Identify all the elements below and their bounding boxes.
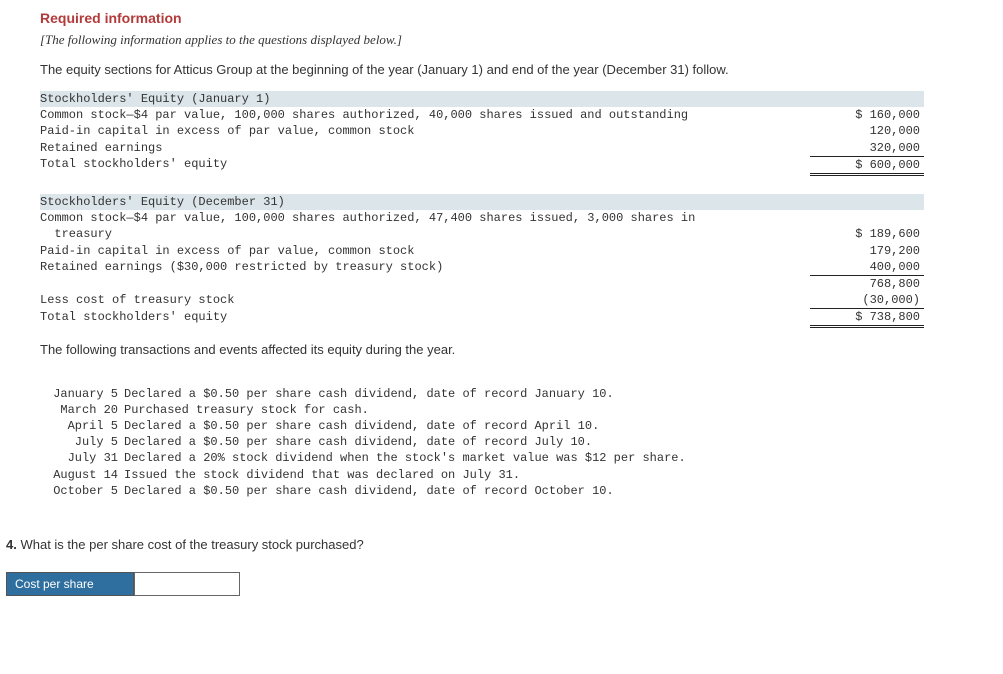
page: Required information [The following info…: [0, 0, 1003, 596]
table-row: Paid-in capital in excess of par value, …: [40, 243, 810, 259]
event-date: October 5: [40, 483, 124, 499]
table-value: $ 160,000: [810, 107, 924, 123]
content-block: Required information [The following info…: [0, 0, 1003, 509]
event-text: Purchased treasury stock for cash.: [124, 403, 369, 417]
table-value: 320,000: [810, 140, 924, 157]
less-treasury-label: Less cost of treasury stock: [40, 292, 810, 309]
blank: [810, 91, 924, 107]
table-value: 400,000: [810, 259, 924, 276]
question-block: 4. What is the per share cost of the tre…: [0, 537, 1003, 552]
required-heading: Required information: [40, 10, 993, 26]
dec31-subtotal: 768,800: [810, 275, 924, 292]
table-row: Retained earnings ($30,000 restricted by…: [40, 259, 810, 276]
cost-per-share-label: Cost per share: [6, 572, 134, 596]
event-date: August 14: [40, 467, 124, 483]
jan1-total-value: $ 600,000: [810, 156, 924, 174]
event-date: July 5: [40, 434, 124, 450]
applies-note: [The following information applies to th…: [40, 32, 993, 48]
events-list: January 5Declared a $0.50 per share cash…: [40, 369, 993, 499]
event-text: Declared a $0.50 per share cash dividend…: [124, 419, 599, 433]
dec31-total-label: Total stockholders' equity: [40, 309, 810, 327]
event-text: Declared a $0.50 per share cash dividend…: [124, 387, 614, 401]
event-text: Issued the stock dividend that was decla…: [124, 468, 520, 482]
event-text: Declared a $0.50 per share cash dividend…: [124, 484, 614, 498]
equity-jan1-table: Stockholders' Equity (January 1) Common …: [40, 91, 924, 176]
jan1-title: Stockholders' Equity (January 1): [40, 91, 810, 107]
dec31-total-value: $ 738,800: [810, 309, 924, 327]
table-value: 179,200: [810, 243, 924, 259]
table-row: Retained earnings: [40, 140, 810, 157]
question-number: 4.: [6, 537, 17, 552]
blank: [810, 194, 924, 210]
table-row: Paid-in capital in excess of par value, …: [40, 123, 810, 139]
answer-row: Cost per share: [0, 572, 1003, 596]
blank-row: [40, 275, 810, 292]
event-text: Declared a $0.50 per share cash dividend…: [124, 435, 592, 449]
event-date: July 31: [40, 450, 124, 466]
intro-text: The equity sections for Atticus Group at…: [40, 62, 993, 77]
event-text: Declared a 20% stock dividend when the s…: [124, 451, 686, 465]
events-intro: The following transactions and events af…: [40, 342, 993, 357]
event-date: April 5: [40, 418, 124, 434]
question-text: What is the per share cost of the treasu…: [20, 537, 363, 552]
jan1-total-label: Total stockholders' equity: [40, 156, 810, 174]
table-value: $ 189,600: [810, 210, 924, 242]
event-date: January 5: [40, 386, 124, 402]
dec31-title: Stockholders' Equity (December 31): [40, 194, 810, 210]
table-row: Common stock—$4 par value, 100,000 share…: [40, 210, 810, 242]
less-treasury-value: (30,000): [810, 292, 924, 309]
table-value: 120,000: [810, 123, 924, 139]
spacer: [40, 176, 993, 194]
event-date: March 20: [40, 402, 124, 418]
equity-dec31-table: Stockholders' Equity (December 31) Commo…: [40, 194, 924, 329]
cost-per-share-input[interactable]: [134, 572, 240, 596]
table-row: Common stock—$4 par value, 100,000 share…: [40, 107, 810, 123]
